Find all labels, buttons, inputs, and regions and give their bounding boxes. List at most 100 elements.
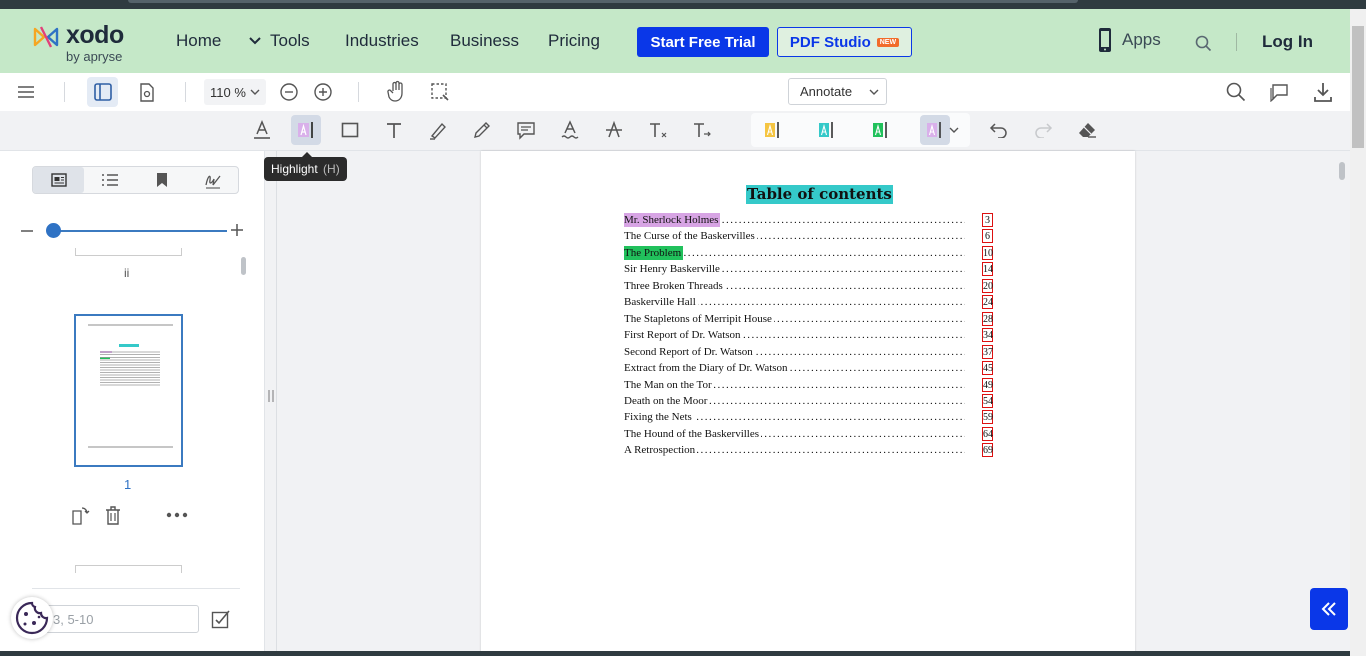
pdf-studio-button[interactable]: PDF Studio NEW [777,27,912,57]
signature-tab-icon[interactable] [187,167,238,193]
download-icon[interactable] [1310,79,1336,105]
nav-industries-link[interactable]: Industries [345,31,419,51]
toc-entry[interactable]: ........................................… [624,294,993,310]
thumbnails-tab-icon[interactable] [33,167,84,193]
next-page-thumbnail[interactable] [75,565,182,573]
toc-entry-page: 20 [982,278,993,293]
select-pages-checkbox-icon[interactable] [209,607,233,631]
collapse-panel-button[interactable] [1310,588,1348,630]
site-search-icon[interactable] [1195,35,1212,52]
left-panel-toggle-icon[interactable] [87,77,118,107]
highlight-cyan-preset-icon[interactable] [812,115,842,145]
rotate-page-icon[interactable] [68,503,92,527]
current-page-thumbnail[interactable] [74,314,183,467]
toc-entry[interactable]: ........................................… [624,344,993,360]
eraser-icon[interactable] [1072,115,1102,145]
redo-icon[interactable] [1028,115,1058,145]
nav-tools-link[interactable]: Tools [248,31,310,51]
window-scrollbar[interactable] [1350,9,1366,656]
highlight-tool-icon[interactable] [291,115,321,145]
comment-tool-icon[interactable] [511,115,541,145]
toc-entry[interactable]: ........................................… [624,311,993,327]
thumbnail-scrollbar[interactable] [241,257,246,275]
previous-page-thumbnail[interactable] [75,248,182,256]
toc-entry[interactable]: ........................................… [624,360,993,376]
document-scrollbar[interactable] [1339,162,1345,180]
cookie-icon [15,601,49,635]
toc-entry[interactable]: ........................................… [624,377,993,393]
page-range-input[interactable]: 3, 5-10 [44,605,199,633]
zoom-select[interactable]: 110 % [204,79,266,105]
undo-icon[interactable] [984,115,1014,145]
toolbar-mode-value: Annotate [800,84,853,99]
browser-top-strip [0,0,1366,9]
header-divider [185,82,186,102]
underline-tool-icon[interactable] [247,115,277,145]
thumbnail-zoom-out-icon[interactable] [20,224,34,238]
nav-pricing-link[interactable]: Pricing [548,31,600,51]
double-chevron-left-icon [1321,602,1336,616]
toc-entry-title: Death on the Moor [624,393,710,408]
toc-entry[interactable]: ........................................… [624,261,993,277]
toc-entry-title: Fixing the Nets [624,410,694,425]
notes-panel-icon[interactable] [1266,79,1292,105]
log-in-link[interactable]: Log In [1262,32,1313,52]
text-subscript-tool-icon[interactable] [643,115,673,145]
thumbnail-size-slider-handle[interactable] [46,223,61,238]
delete-page-icon[interactable] [101,503,125,527]
free-hand-highlight-icon[interactable] [423,115,453,145]
window-scrollbar-thumb[interactable] [1352,26,1364,148]
toc-entry[interactable]: ........................................… [624,393,993,409]
toc-entry[interactable]: ........................................… [624,327,993,343]
rectangle-tool-icon[interactable] [335,115,365,145]
apps-link[interactable]: Apps [1097,27,1161,53]
toc-entry[interactable]: ........................................… [624,409,993,425]
page-range-placeholder: 3, 5-10 [53,611,94,627]
panel-resize-gutter[interactable] [276,151,277,656]
zoom-out-icon[interactable] [278,81,300,103]
bookmark-tab-icon[interactable] [136,167,187,193]
view-controls-icon[interactable] [134,79,160,105]
nav-business-link[interactable]: Business [450,31,519,51]
pen-tool-icon[interactable] [467,115,497,145]
chevron-down-icon[interactable] [947,115,961,145]
toc-entry-page: 45 [982,361,993,376]
toc-entry[interactable]: ........................................… [624,426,993,442]
pan-hand-icon[interactable] [385,79,409,103]
free-text-tool-icon[interactable] [379,115,409,145]
toc-entry-page: 28 [982,311,993,326]
toc-entry-page: 69 [982,443,993,458]
browser-tab-pill [128,0,1078,3]
toc-entry-title: Sir Henry Baskerville [624,262,722,277]
toc-entry[interactable]: ........................................… [624,228,993,244]
zoom-in-icon[interactable] [312,81,334,103]
outline-tab-icon[interactable] [84,167,135,193]
toc-entry[interactable]: ........................................… [624,278,993,294]
chevron-down-icon [869,88,879,96]
select-area-icon[interactable] [428,80,452,104]
toolbar-mode-select[interactable]: Annotate [788,78,887,105]
toc-entry-page: 64 [982,426,993,441]
cookie-settings-button[interactable] [11,597,53,639]
toc-entry[interactable]: ........................................… [624,245,993,261]
thumbnail-size-slider[interactable] [47,230,227,232]
highlight-pink-preset-icon[interactable] [920,115,950,145]
toc-entry-title: Three Broken Threads [624,278,725,293]
highlight-yellow-preset-icon[interactable] [758,115,788,145]
more-options-icon[interactable] [164,503,190,527]
toc-entry[interactable]: ........................................… [624,442,993,458]
start-free-trial-button[interactable]: Start Free Trial [637,27,769,57]
header-divider [358,82,359,102]
toc-entry-page: 49 [982,377,993,392]
strikeout-tool-icon[interactable] [599,115,629,145]
phone-icon [1099,28,1111,52]
menu-icon[interactable] [14,80,38,104]
text-insert-tool-icon[interactable] [687,115,717,145]
nav-home-link[interactable]: Home [176,31,221,51]
resize-handle-icon[interactable] [268,390,274,402]
highlight-green-preset-icon[interactable] [866,115,896,145]
toc-entry[interactable]: ........................................… [624,212,993,228]
thumbnail-zoom-in-icon[interactable] [230,223,244,237]
search-icon[interactable] [1223,79,1249,105]
squiggly-tool-icon[interactable] [555,115,585,145]
